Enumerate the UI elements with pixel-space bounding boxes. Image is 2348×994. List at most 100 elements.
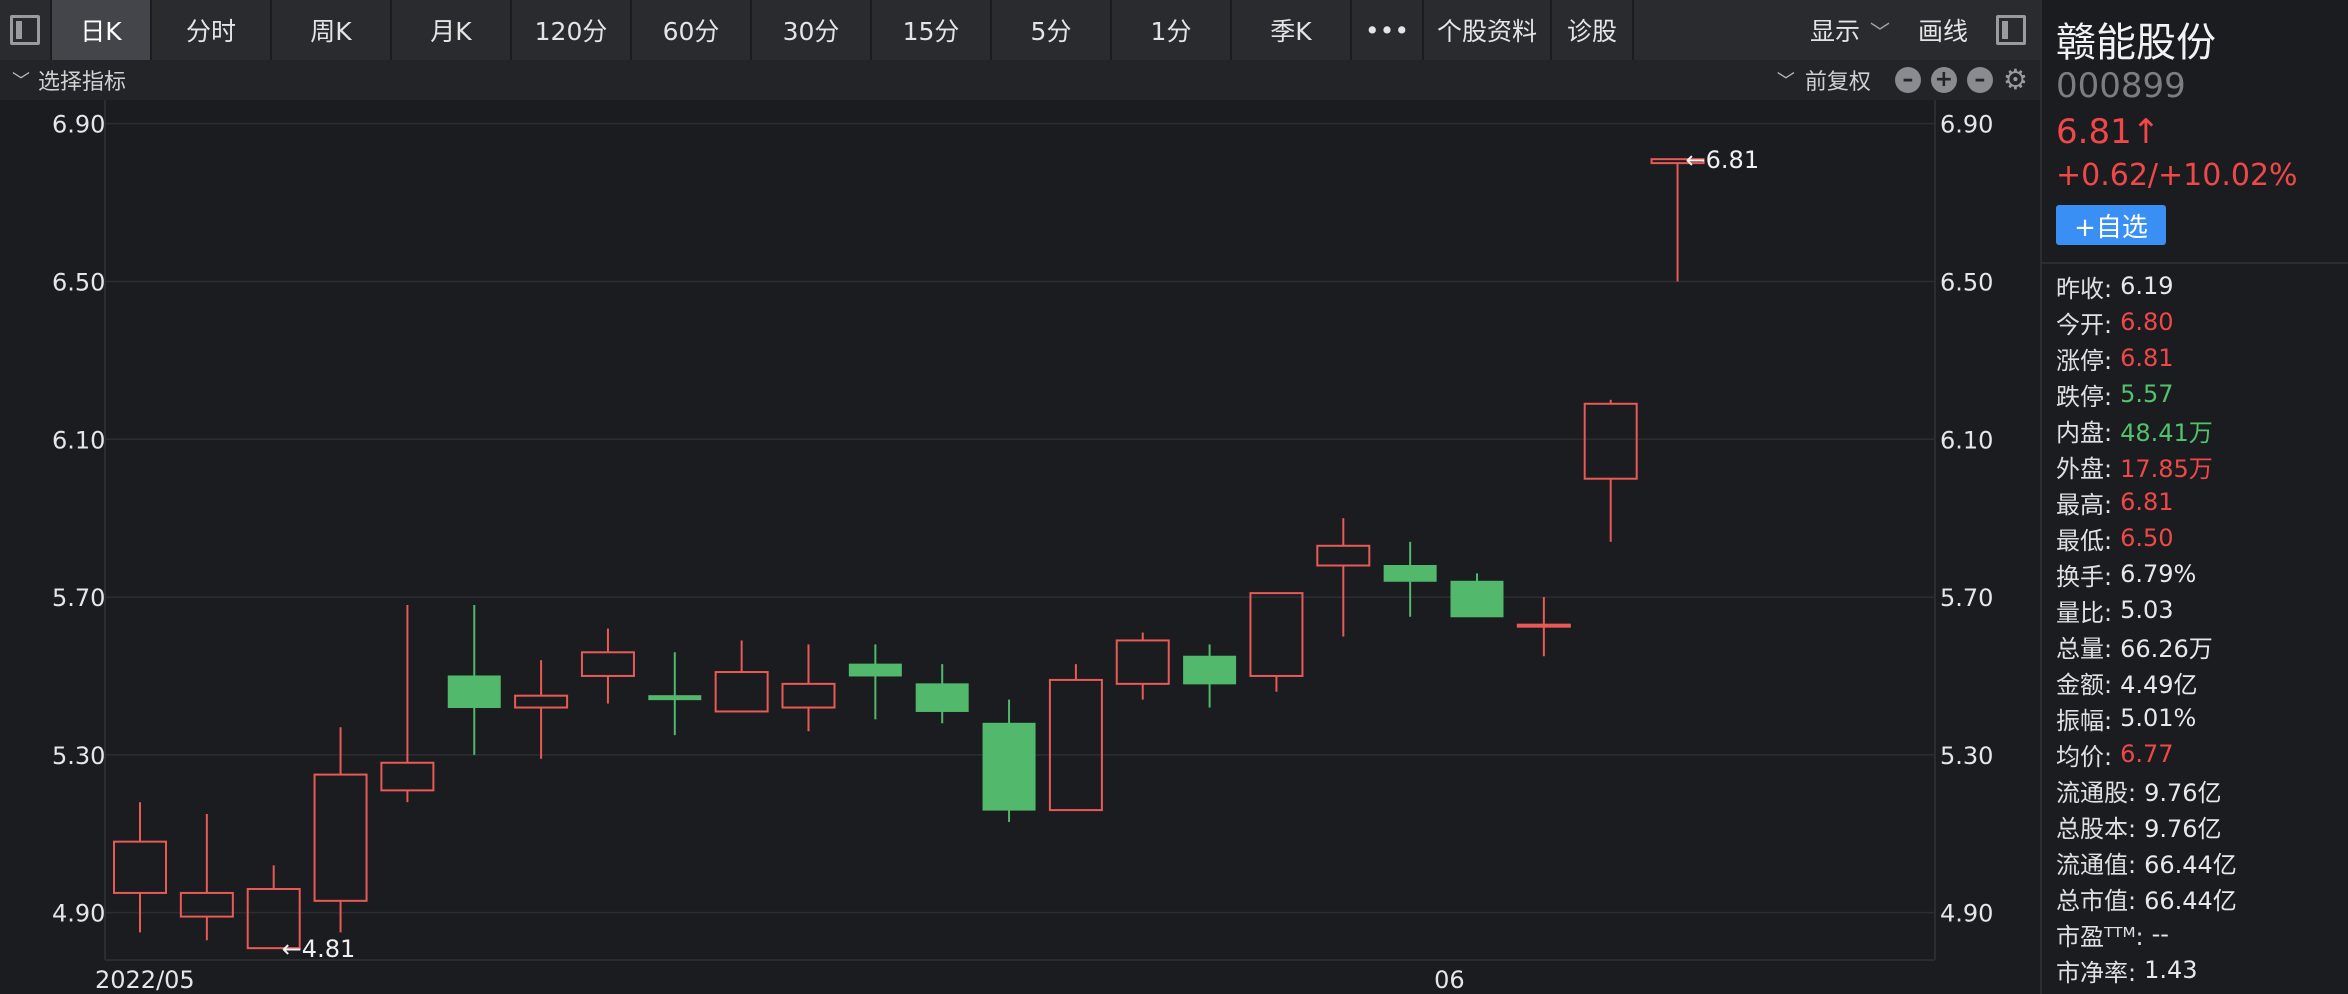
stat-label: 今开: [2056, 310, 2113, 339]
candle[interactable] [1183, 644, 1237, 708]
stock-profile-button[interactable]: 个股资料 [1424, 0, 1552, 60]
toggle-left-panel-button[interactable] [0, 0, 52, 60]
more-icon: ••• [1364, 15, 1410, 45]
candle-body [648, 695, 702, 701]
stock-profile-label: 个股资料 [1436, 17, 1537, 46]
stat-row: 最高: 6.81 [2056, 484, 2346, 520]
display-menu-button[interactable]: 显示 ﹀ [1796, 0, 1904, 60]
sidebar-toggle-icon [1996, 15, 2026, 45]
add-watchlist-button[interactable]: +自选 [2056, 205, 2166, 245]
candles [113, 158, 1705, 950]
candle-body [982, 722, 1036, 811]
candle[interactable] [514, 660, 569, 759]
chevron-down-icon[interactable]: ﹀ [1777, 67, 1795, 93]
candle[interactable] [648, 652, 702, 736]
y-tick-label: 5.30 [52, 742, 105, 770]
stat-row: 今开: 6.80 [2056, 304, 2346, 340]
y-tick-label: 5.70 [52, 584, 105, 612]
tab-1[interactable]: 分时 [152, 0, 272, 60]
candle[interactable] [982, 699, 1036, 822]
candle[interactable] [1249, 592, 1304, 692]
stat-label: 市净率: [2056, 958, 2137, 987]
stat-label: 流通股: [2056, 778, 2137, 807]
tab-label: 1分 [1150, 17, 1192, 46]
stat-label: 均价: [2056, 742, 2113, 771]
candle[interactable] [179, 814, 234, 941]
candle[interactable] [1450, 573, 1504, 618]
tab-0[interactable]: 日K [52, 0, 152, 60]
candle[interactable] [1048, 664, 1103, 812]
y-axis-right: 6.90 6.50 6.10 5.70 5.30 4.90 [1940, 111, 1993, 928]
y-tick-label: 4.90 [1940, 900, 1993, 928]
stat-label: 总量: [2056, 634, 2113, 663]
stat-value: 66.44亿 [2144, 850, 2237, 879]
candle[interactable] [781, 644, 836, 732]
more-periods-button[interactable]: ••• [1352, 0, 1424, 60]
zoom-out-icon[interactable]: – [1894, 67, 1921, 93]
candle-body [380, 761, 435, 792]
stat-label: 跌停: [2056, 382, 2113, 411]
candle[interactable] [380, 604, 435, 803]
draw-line-button[interactable]: 画线 [1904, 0, 1982, 60]
candle[interactable] [313, 727, 368, 933]
tab-label: 季K [1270, 17, 1312, 46]
candle-body [848, 663, 902, 677]
y-tick-label: 6.50 [1940, 268, 1993, 296]
min-price-marker: ←4.81 [282, 935, 356, 963]
chevron-down-icon: ﹀ [1869, 19, 1890, 44]
stock-code: 000899 [2056, 66, 2186, 106]
candle-body [1115, 639, 1170, 685]
candle[interactable] [1650, 158, 1705, 282]
stat-row: 振幅: 5.01% [2056, 700, 2346, 736]
tab-2[interactable]: 周K [272, 0, 392, 60]
diagnose-button[interactable]: 诊股 [1552, 0, 1634, 60]
diagnose-label: 诊股 [1566, 17, 1617, 46]
tab-4[interactable]: 120分 [512, 0, 632, 60]
stat-row: 跌停: 5.57 [2056, 376, 2346, 412]
select-indicator-button[interactable]: 选择指标 [38, 64, 126, 96]
stat-value: 6.79% [2120, 560, 2197, 588]
tab-8[interactable]: 5分 [992, 0, 1112, 60]
quote-panel: 赣能股份 000899 6.81↑ +0.62/+10.02% +自选 昨收: 6… [2040, 0, 2348, 994]
stat-row: 均价: 6.77 [2056, 736, 2346, 772]
stat-value: 6.81 [2120, 344, 2174, 372]
candle[interactable] [580, 628, 635, 704]
candlestick-chart[interactable]: 6.90 6.50 6.10 5.70 5.30 4.90 6.90 6.50 6.10 5.7… [0, 100, 2040, 994]
tab-6[interactable]: 30分 [752, 0, 872, 60]
candle[interactable] [915, 664, 969, 724]
candle[interactable] [447, 604, 501, 755]
tab-7[interactable]: 15分 [872, 0, 992, 60]
candle-body [113, 840, 167, 894]
y-tick-label: 6.50 [52, 268, 105, 296]
toggle-right-panel-button[interactable] [1982, 0, 2040, 60]
candle[interactable] [1316, 518, 1371, 637]
tab-3[interactable]: 月K [392, 0, 512, 60]
chevron-down-icon[interactable]: ﹀ [12, 67, 30, 93]
candle-body [1450, 580, 1504, 618]
tab-9[interactable]: 1分 [1112, 0, 1232, 60]
candle-body [580, 651, 635, 677]
y-tick-label: 6.10 [52, 426, 105, 454]
zoom-in-icon[interactable]: + [1930, 67, 1957, 93]
candle[interactable] [848, 644, 902, 720]
candle[interactable] [1516, 597, 1571, 657]
price-adjust-select[interactable]: 前复权 [1805, 64, 1871, 96]
candle[interactable] [1115, 632, 1170, 700]
y-tick-label: 5.30 [1940, 742, 1993, 770]
tab-label: 周K [310, 17, 352, 46]
tab-5[interactable]: 60分 [632, 0, 752, 60]
tab-10[interactable]: 季K [1232, 0, 1352, 60]
candle[interactable] [1383, 541, 1437, 617]
stat-label: 最高: [2056, 490, 2113, 519]
stat-value: 1.43 [2144, 956, 2198, 984]
stat-label: 换手: [2056, 562, 2113, 591]
stat-value: 5.57 [2120, 380, 2174, 408]
candle[interactable] [1583, 399, 1638, 542]
tab-label: 5分 [1030, 17, 1072, 46]
minus-icon[interactable]: – [1966, 67, 1993, 93]
gear-icon[interactable]: ⚙ [2003, 66, 2028, 94]
candle[interactable] [714, 640, 769, 713]
tab-label: 日K [80, 17, 122, 46]
candle-body [1383, 565, 1437, 582]
